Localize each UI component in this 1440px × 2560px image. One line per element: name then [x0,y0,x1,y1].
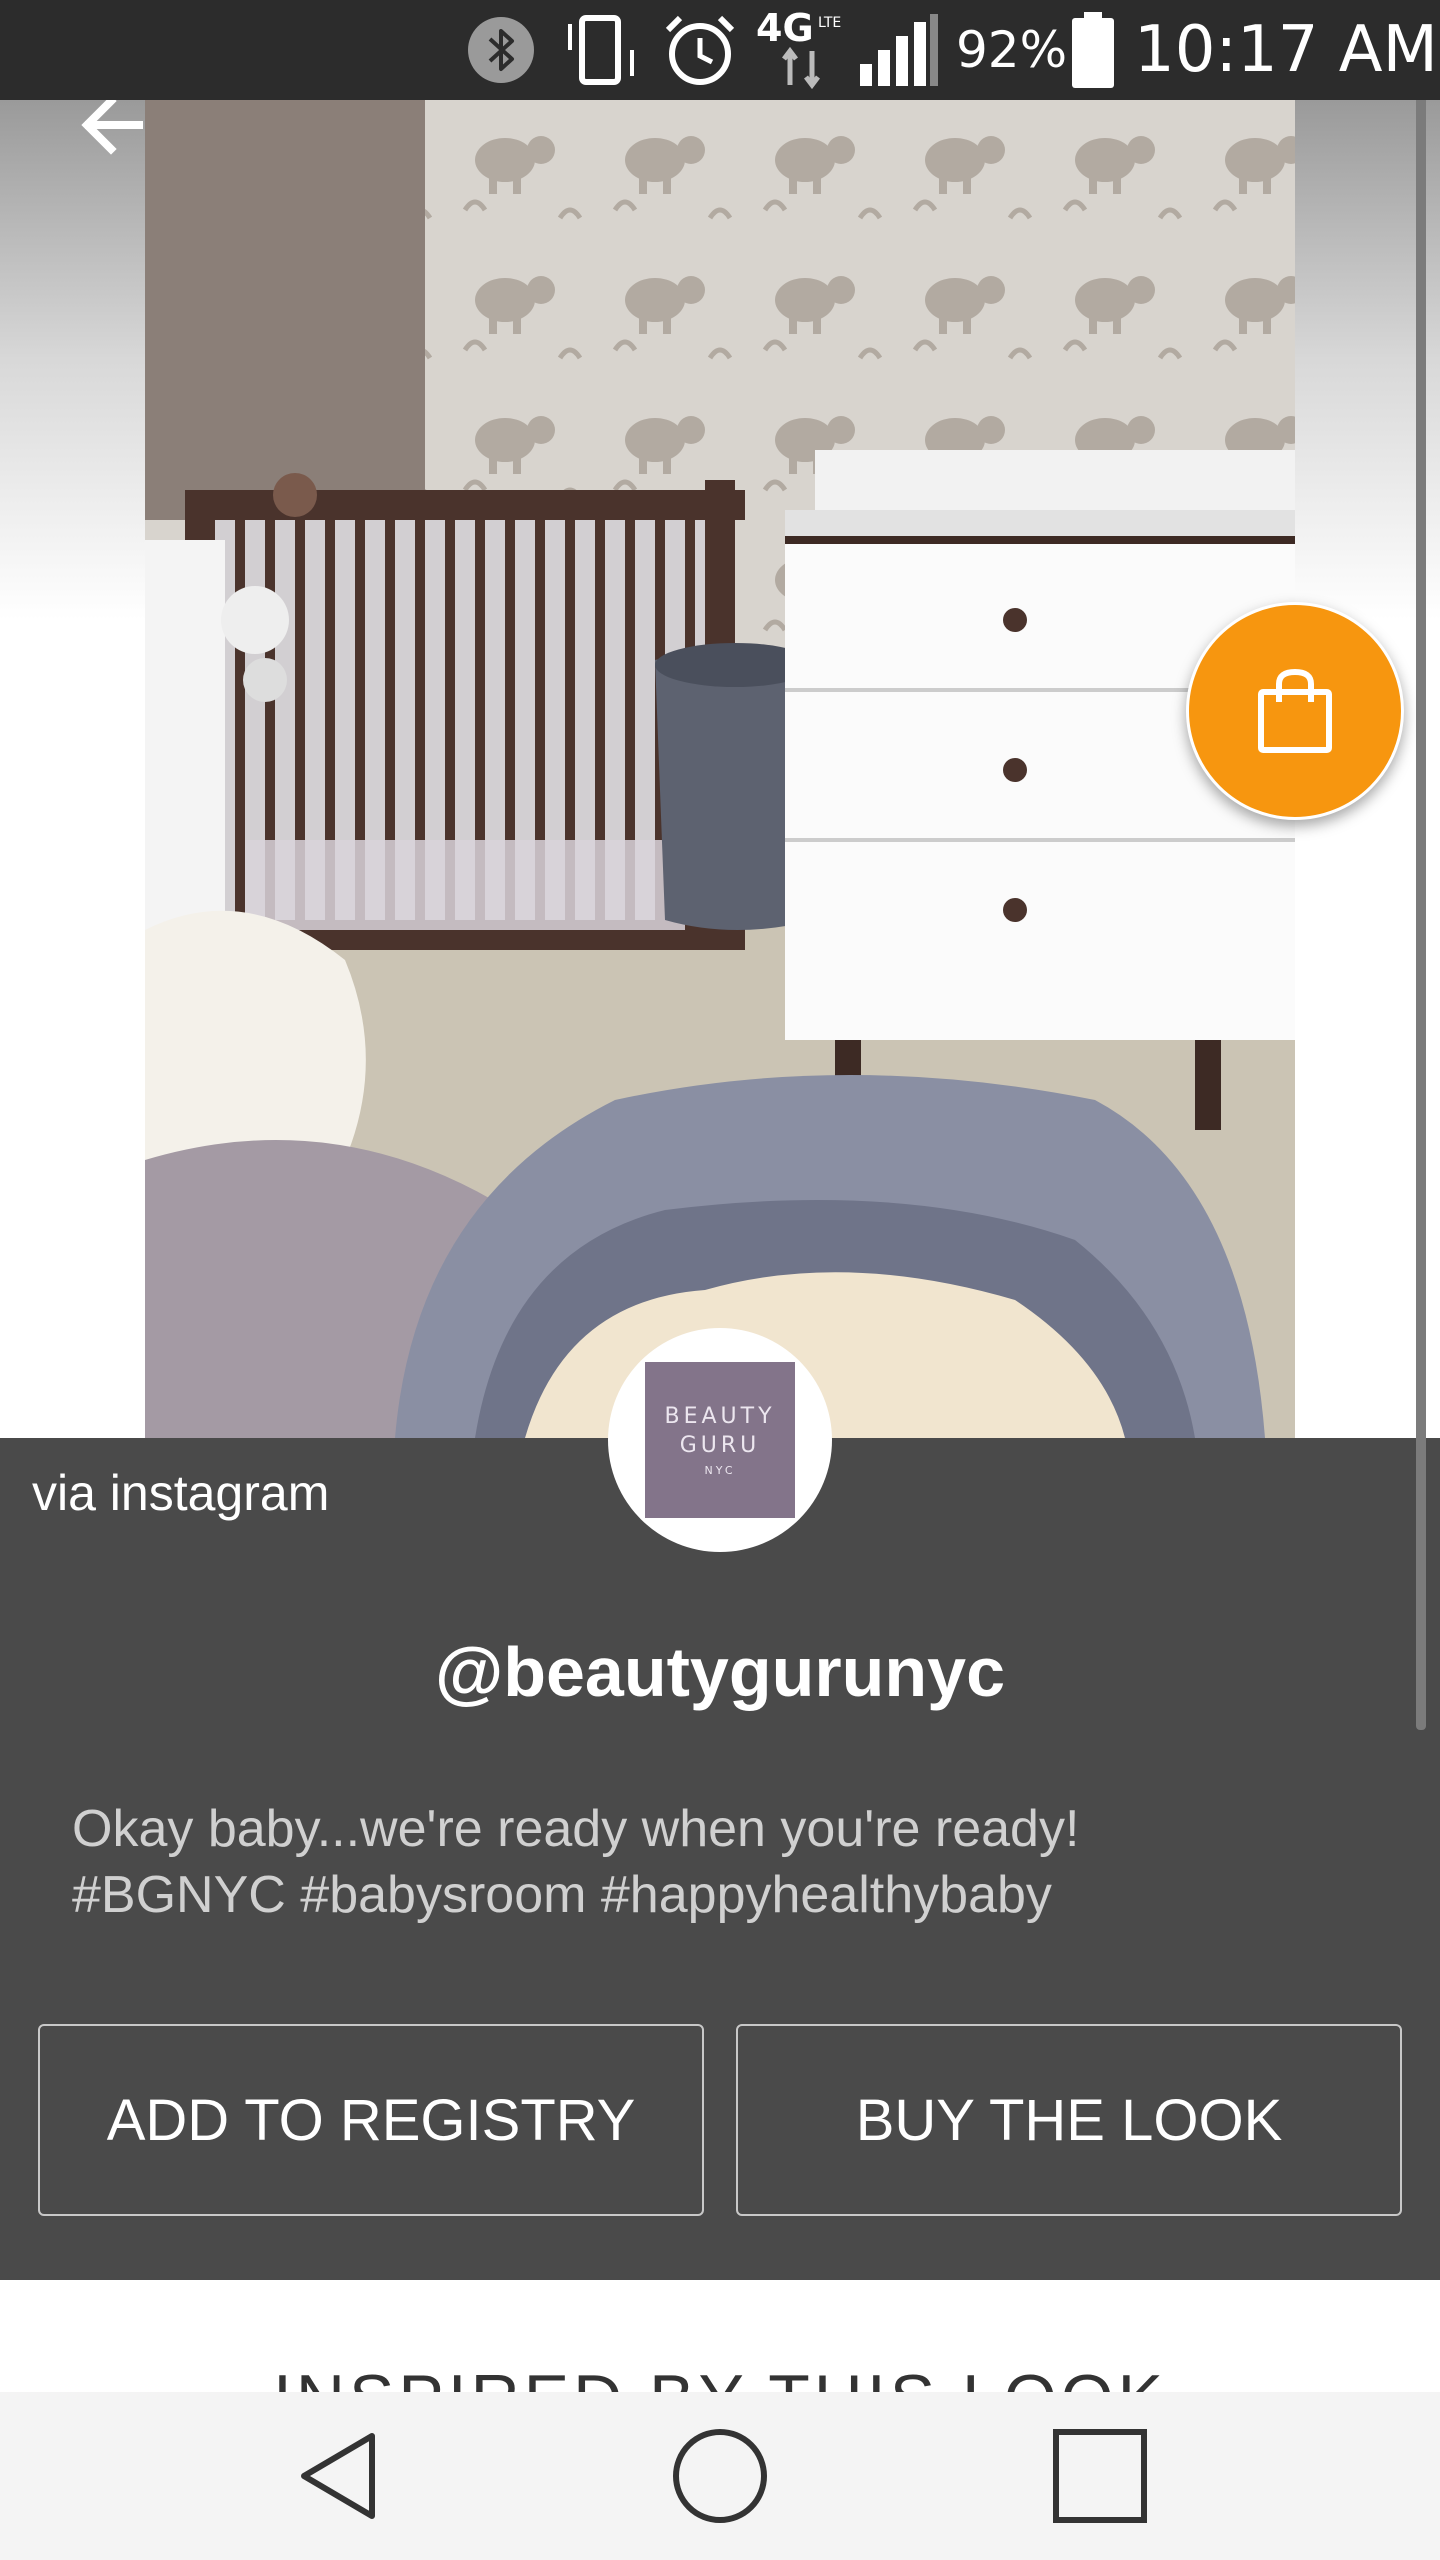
triangle-back-icon [301,2433,375,2519]
signal-icon [856,0,940,100]
circle-home-icon [673,2429,767,2523]
avatar[interactable]: BEAUTY GURU NYC [608,1328,832,1552]
clock: 10:17 AM [1134,13,1438,87]
source-label: via instagram [32,1465,330,1521]
section-title: INSPIRED BY THIS LOOK [0,2360,1440,2392]
nav-back-button[interactable] [280,2416,400,2536]
alarm-icon [660,0,744,100]
lte-icon: 4G LTE [756,0,846,100]
shopping-bag-button[interactable] [1186,602,1404,820]
bluetooth-icon [466,0,542,100]
post-caption: Okay baby...we're ready when you're read… [72,1796,1372,1928]
avatar-logo-line2: GURU [679,1432,761,1458]
square-recents-icon [1053,2429,1147,2523]
status-bar: 4G LTE 92% 10:17 AM [0,0,1440,100]
avatar-logo: BEAUTY GURU NYC [645,1362,795,1518]
caption-hashtags[interactable]: #BGNYC #babysroom #happyhealthybaby [72,1862,1372,1928]
caption-line: Okay baby...we're ready when you're read… [72,1800,1080,1858]
user-handle[interactable]: @beautygurunyc [0,1632,1440,1712]
avatar-logo-line1: BEAUTY [664,1403,776,1429]
navigation-bar [0,2392,1440,2560]
nursery-photo[interactable] [145,100,1295,1438]
nav-recents-button[interactable] [1040,2416,1160,2536]
add-to-registry-button[interactable]: ADD TO REGISTRY [38,2024,704,2216]
avatar-logo-line3: NYC [704,1463,736,1477]
inspired-section: INSPIRED BY THIS LOOK [0,2280,1440,2392]
battery-percentage: 92% [956,21,1068,79]
nav-home-button[interactable] [660,2416,780,2536]
vibrate-icon [562,0,642,100]
scrollbar[interactable] [1416,0,1426,1730]
shopping-bag-icon [1258,668,1332,753]
battery-icon [1070,0,1120,100]
svg-text:4G: 4G [756,6,814,50]
svg-text:LTE: LTE [818,15,841,31]
buy-the-look-button[interactable]: BUY THE LOOK [736,2024,1402,2216]
